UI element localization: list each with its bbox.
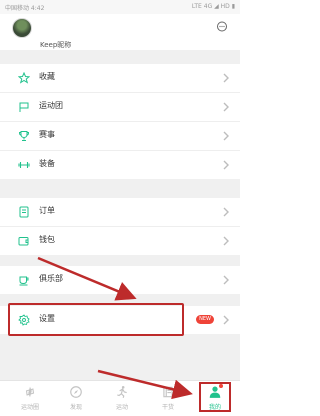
tab-sport[interactable]: 运动 [102,385,142,415]
dumbbell-icon [18,162,30,168]
chevron-right-icon [223,207,229,217]
menu-item-equipment[interactable]: 装备 [0,151,240,179]
chevron-right-icon [223,102,229,112]
tab-label: 运动圈 [20,404,39,411]
tab-label: 发现 [69,404,82,411]
chevron-right-icon [223,160,229,170]
chevron-right-icon [223,73,229,83]
circle-icon [25,386,35,398]
chat-icon[interactable] [216,21,228,33]
status-right-text: LTE 4G ◢ HD ▮ [191,3,235,10]
tab-circle[interactable]: 运动圈 [10,385,50,415]
menu-section-1: 收藏 运动团 赛事 装备 [0,64,240,179]
chevron-right-icon [223,236,229,246]
menu-item-label: 收藏 [39,72,55,81]
profile-header: Keep昵称 [0,14,240,50]
menu-item-club[interactable]: 俱乐部 [0,266,240,294]
tab-label: 干货 [161,404,174,411]
menu-item-wallet[interactable]: 钱包 [0,227,240,255]
chevron-right-icon [223,275,229,285]
settings-annotation-box [8,303,184,336]
menu-item-label: 订单 [39,206,55,215]
status-left-text: 中国移动 4:42 [5,5,45,12]
tab-knowledge[interactable]: 干货 [148,385,188,415]
menu-item-orders[interactable]: 订单 [0,198,240,227]
menu-item-favorites[interactable]: 收藏 [0,64,240,93]
cup-icon [19,276,29,286]
menu-item-events[interactable]: 赛事 [0,122,240,151]
menu-section-2: 订单 钱包 [0,198,240,255]
flag-icon [19,102,29,112]
menu-section-3: 俱乐部 [0,266,240,294]
star-icon [18,72,30,84]
menu-item-label: 俱乐部 [39,274,63,283]
notification-dot [219,384,223,388]
tab-discover[interactable]: 发现 [56,385,96,415]
new-badge: NEW [196,315,214,324]
avatar[interactable] [12,18,32,38]
chevron-right-icon [223,131,229,141]
document-icon [19,206,29,218]
compass-icon [70,386,82,398]
menu-item-label: 装备 [39,159,55,168]
status-bar: 中国移动 4:42 LTE 4G ◢ HD ▮ [0,0,240,14]
menu-item-sports-group[interactable]: 运动团 [0,93,240,122]
wallet-icon [18,237,29,246]
chevron-right-icon [223,315,229,325]
menu-item-label: 钱包 [39,235,55,244]
run-icon [117,386,127,399]
app-screen: 中国移动 4:42 LTE 4G ◢ HD ▮ Keep昵称 收藏 运动团 赛事… [0,0,240,416]
menu-item-label: 赛事 [39,130,55,139]
username: Keep昵称 [40,41,72,49]
knowledge-icon [163,386,173,398]
menu-item-label: 运动团 [39,101,63,110]
mine-tab-annotation-box [199,382,231,412]
trophy-icon [18,131,30,141]
tab-label: 运动 [115,404,128,411]
